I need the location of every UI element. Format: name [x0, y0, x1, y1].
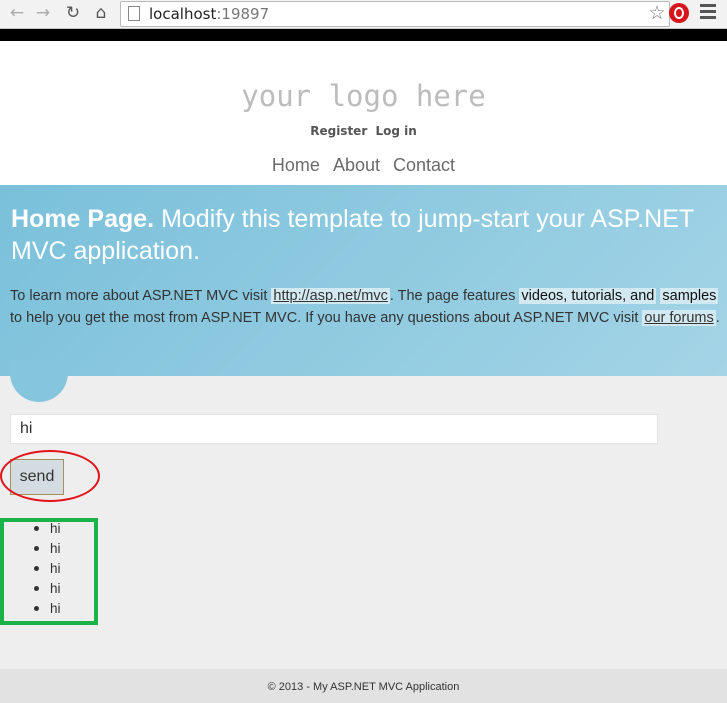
- home-icon[interactable]: ⌂: [90, 2, 112, 24]
- desc-text-3: to help you get the most from ASP.NET MV…: [10, 310, 639, 326]
- list-item: hi: [34, 579, 61, 599]
- url-text[interactable]: localhost:19897: [149, 5, 269, 23]
- address-bar[interactable]: localhost:19897 ☆: [120, 1, 670, 27]
- main-nav: Home About Contact: [0, 155, 727, 176]
- asp-net-mvc-link[interactable]: http://asp.net/mvc: [271, 288, 390, 304]
- site-footer: © 2013 - My ASP.NET MVC Application: [0, 669, 727, 703]
- bookmark-star-icon[interactable]: ☆: [645, 2, 669, 24]
- list-item: hi: [34, 519, 61, 539]
- page-icon: [128, 6, 140, 21]
- desc-text-1: To learn more about ASP.NET MVC visit: [10, 288, 268, 304]
- list-item: hi: [34, 599, 61, 619]
- forums-link[interactable]: our forums: [642, 310, 716, 326]
- footer-text: © 2013 - My ASP.NET MVC Application: [267, 681, 460, 693]
- list-item: hi: [34, 539, 61, 559]
- message-input[interactable]: [10, 414, 658, 444]
- featured-title-bold: Home Page.: [11, 205, 155, 233]
- url-host: localhost: [149, 5, 217, 23]
- top-black-bar: [0, 29, 727, 41]
- reload-icon[interactable]: ↻: [62, 2, 84, 24]
- featured-title: Home Page. Modify this template to jump-…: [11, 203, 711, 267]
- login-link[interactable]: Log in: [375, 124, 416, 138]
- nav-about-link[interactable]: About: [333, 155, 380, 175]
- send-button[interactable]: send: [10, 459, 64, 495]
- forward-arrow-icon[interactable]: →: [32, 2, 54, 24]
- browser-menu-icon[interactable]: [700, 4, 716, 22]
- nav-contact-link[interactable]: Contact: [393, 155, 455, 175]
- site-logo[interactable]: your logo here: [0, 79, 727, 113]
- desc-highlight-2: samples: [660, 288, 719, 304]
- list-item: hi: [34, 559, 61, 579]
- featured-description: To learn more about ASP.NET MVC visit ht…: [10, 285, 720, 329]
- url-port: :19897: [216, 5, 270, 23]
- message-list: hi hi hi hi hi: [34, 519, 61, 619]
- featured-decoration: [10, 360, 68, 402]
- nav-home-link[interactable]: Home: [272, 155, 320, 175]
- site-header: your logo here Register Log in Home Abou…: [0, 41, 727, 185]
- browser-toolbar: ← → ↻ ⌂ localhost:19897 ☆: [0, 0, 727, 29]
- desc-text-4: .: [715, 310, 720, 326]
- featured-section: Home Page. Modify this template to jump-…: [0, 185, 727, 376]
- desc-highlight-1: videos, tutorials, and: [519, 288, 657, 304]
- desc-text-2: . The page features: [389, 288, 516, 304]
- messages-highlight-box: [0, 518, 98, 625]
- back-arrow-icon[interactable]: ←: [6, 2, 28, 24]
- register-link[interactable]: Register: [310, 124, 367, 138]
- login-links: Register Log in: [0, 124, 727, 138]
- extension-icon[interactable]: [669, 3, 689, 23]
